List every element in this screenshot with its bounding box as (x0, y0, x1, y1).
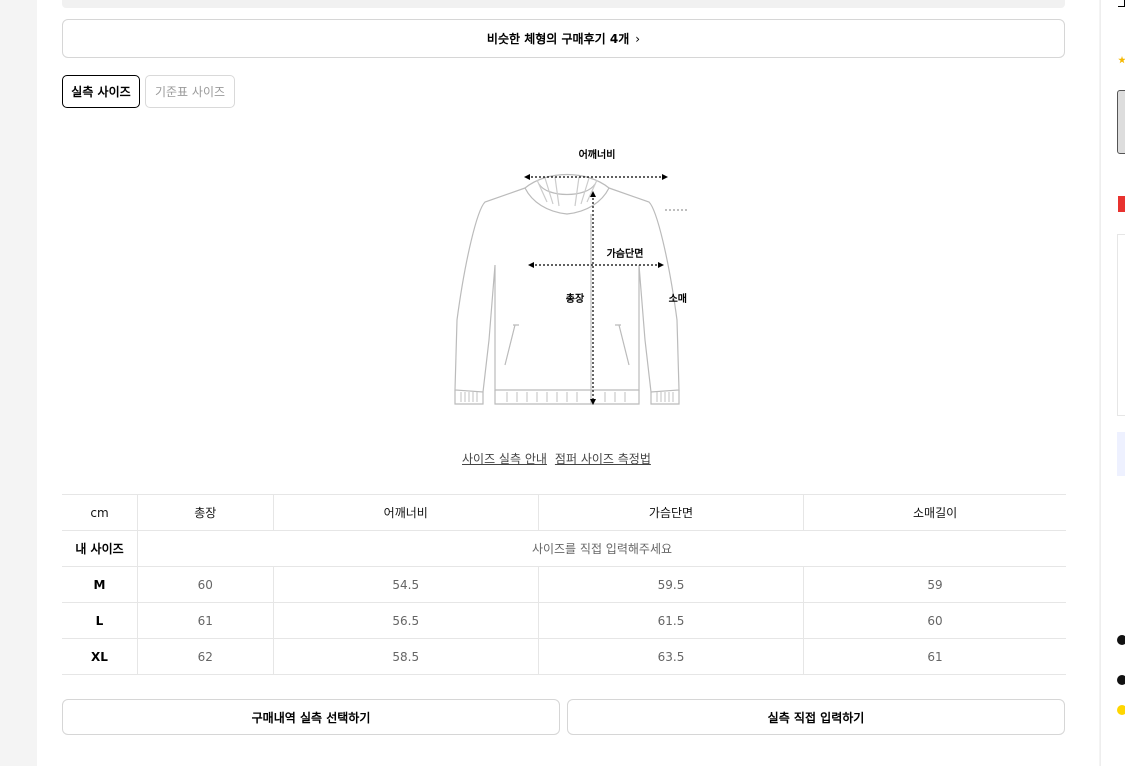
option-box-fragment[interactable] (1117, 234, 1125, 416)
jacket-outline (454, 173, 680, 405)
table-header-row: cm 총장 어깨너비 가슴단면 소매길이 (62, 494, 1066, 531)
column-header: 가슴단면 (537, 494, 804, 531)
column-header: 소매길이 (803, 494, 1066, 531)
table-cell: 61 (803, 638, 1066, 675)
table-row: M 60 54.5 59.5 59 (62, 566, 1066, 603)
info-box-fragment (1117, 432, 1125, 476)
badge-icon (1117, 675, 1125, 685)
size-help-links: 사이즈 실측 안내 점퍼 사이즈 측정법 (462, 450, 651, 467)
table-cell: 59.5 (537, 566, 804, 603)
star-icon (1118, 56, 1125, 64)
size-table: cm 총장 어깨너비 가슴단면 소매길이 내 사이즈 사이즈를 직접 입력해주세… (62, 494, 1066, 675)
table-cell: 61.5 (537, 602, 804, 639)
size-label: L (62, 602, 138, 639)
size-guide-link[interactable]: 사이즈 실측 안내 (462, 450, 547, 467)
column-header: 총장 (137, 494, 274, 531)
reviews-label: 비슷한 체형의 구매후기 4개 (486, 32, 630, 46)
tab-standard-size-label: 기준표 사이즈 (154, 85, 226, 99)
table-cell: 62 (137, 638, 274, 675)
jacket-measurement-diagram: 어깨너비 가슴단면 총장 소매길이 (454, 148, 687, 405)
unit-header: cm (62, 494, 138, 531)
column-header: 어깨너비 (272, 494, 539, 531)
badge-icon (1117, 635, 1125, 645)
table-row: L 61 56.5 61.5 60 (62, 602, 1066, 639)
cropped-glyph (1118, 0, 1125, 7)
my-size-label: 내 사이즈 (62, 530, 138, 567)
top-bar-remnant (62, 0, 1065, 8)
table-cell: 59 (803, 566, 1066, 603)
my-size-row[interactable]: 내 사이즈 사이즈를 직접 입력해주세요 (62, 530, 1066, 567)
select-from-history-label: 구매내역 실측 선택하기 (251, 710, 371, 725)
tab-standard-size[interactable]: 기준표 사이즈 (145, 75, 235, 108)
chevron-right-icon: › (635, 31, 641, 46)
right-sidebar-cropped (1100, 0, 1125, 766)
price-fragment (1118, 196, 1125, 212)
badge-icon (1117, 705, 1125, 715)
main-panel: 비슷한 체형의 구매후기 4개 › 실측 사이즈 기준표 사이즈 어깨너비 가슴… (37, 0, 1099, 766)
tab-actual-size[interactable]: 실측 사이즈 (62, 75, 140, 108)
table-row: XL 62 58.5 63.5 61 (62, 638, 1066, 675)
tab-actual-size-label: 실측 사이즈 (71, 85, 131, 99)
size-label: XL (62, 638, 138, 675)
direct-input-label: 실측 직접 입력하기 (767, 710, 865, 725)
size-label: M (62, 566, 138, 603)
table-cell: 63.5 (537, 638, 804, 675)
table-cell: 56.5 (272, 602, 539, 639)
sleeve-label: 소매길이 (669, 292, 687, 305)
thumbnail-fragment[interactable] (1117, 90, 1125, 154)
chest-label: 가슴단면 (607, 247, 644, 260)
table-cell: 60 (803, 602, 1066, 639)
direct-input-button[interactable]: 실측 직접 입력하기 (567, 699, 1065, 735)
table-cell: 58.5 (272, 638, 539, 675)
my-size-prompt[interactable]: 사이즈를 직접 입력해주세요 (137, 530, 1066, 567)
select-from-history-button[interactable]: 구매내역 실측 선택하기 (62, 699, 560, 735)
jumper-measure-link[interactable]: 점퍼 사이즈 측정법 (555, 450, 651, 467)
table-cell: 54.5 (272, 566, 539, 603)
table-cell: 60 (137, 566, 274, 603)
length-label: 총장 (566, 292, 585, 305)
table-cell: 61 (137, 602, 274, 639)
similar-body-reviews-button[interactable]: 비슷한 체형의 구매후기 4개 › (62, 19, 1065, 58)
shoulder-label: 어깨너비 (579, 148, 616, 161)
